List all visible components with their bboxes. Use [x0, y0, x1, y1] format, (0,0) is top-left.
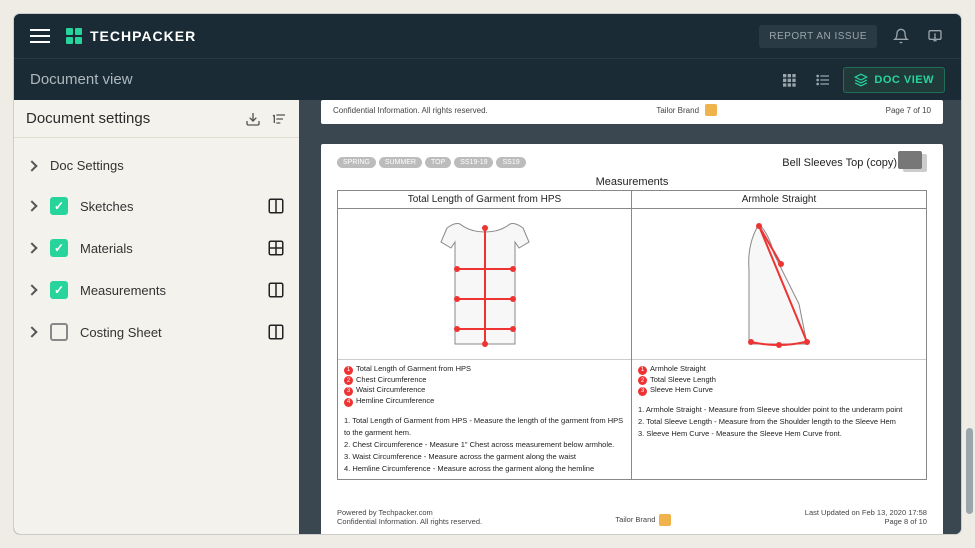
page-number: Page 8 of 10	[805, 517, 927, 526]
garment-diagram-sleeve	[632, 209, 926, 359]
sort-icon[interactable]	[271, 111, 287, 127]
brand-label: Tailor Brand	[615, 515, 655, 524]
page-number: Page 7 of 10	[886, 106, 931, 115]
previous-page-footer: Confidential Information. All rights res…	[321, 100, 943, 124]
sidebar-item-label: Measurements	[80, 283, 166, 298]
layout-icon[interactable]	[267, 197, 285, 215]
sidebar-item-label: Sketches	[80, 199, 133, 214]
document-page: SPRING SUMMER TOP SS19-19 SS19 Bell Slee…	[321, 144, 943, 534]
brand-name: TECHPACKER	[90, 28, 196, 44]
subbar: Document view DOC VIEW	[14, 58, 961, 100]
brand-swatch	[659, 514, 671, 526]
scrollbar[interactable]	[966, 130, 973, 524]
section-title: Measurements	[337, 176, 927, 188]
diagram-notes: 1. Armhole Straight - Measure from Sleev…	[632, 400, 926, 444]
brand-logo[interactable]: TECHPACKER	[66, 28, 196, 44]
sidebar-item-label: Materials	[80, 241, 133, 256]
sidebar-title: Document settings	[26, 110, 150, 127]
feedback-icon[interactable]	[925, 26, 945, 46]
brand-label: Tailor Brand	[656, 106, 699, 115]
checkbox-measurements[interactable]	[50, 281, 68, 299]
diagram-legend: 1Armhole Straight 2Total Sleeve Length 3…	[632, 359, 926, 400]
doc-view-button[interactable]: DOC VIEW	[843, 67, 945, 93]
tag: SUMMER	[379, 157, 422, 168]
chevron-right-icon	[26, 326, 37, 337]
chevron-right-icon	[26, 160, 37, 171]
checkbox-sketches[interactable]	[50, 197, 68, 215]
diagram-title: Total Length of Garment from HPS	[338, 191, 631, 209]
layout-icon[interactable]	[267, 281, 285, 299]
list-view-button[interactable]	[809, 67, 837, 93]
document-area[interactable]: Confidential Information. All rights res…	[299, 100, 961, 534]
logo-icon	[66, 28, 82, 44]
diagram-title: Armhole Straight	[632, 191, 926, 209]
chevron-right-icon	[26, 284, 37, 295]
topbar: TECHPACKER REPORT AN ISSUE	[14, 14, 961, 58]
chevron-right-icon	[26, 242, 37, 253]
sidebar-item-sketches[interactable]: Sketches	[14, 185, 299, 227]
tag: TOP	[425, 157, 451, 168]
checkbox-costing-sheet[interactable]	[50, 323, 68, 341]
scrollbar-thumb[interactable]	[966, 428, 973, 514]
garment-diagram-front	[338, 209, 631, 359]
diagram-legend: 1Total Length of Garment from HPS 2Chest…	[338, 359, 631, 411]
grid-view-button[interactable]	[775, 67, 803, 93]
sidebar-item-label: Costing Sheet	[80, 325, 162, 340]
brand-swatch	[705, 104, 717, 116]
page-title: Document view	[30, 71, 133, 88]
sidebar-item-materials[interactable]: Materials	[14, 227, 299, 269]
sidebar-item-measurements[interactable]: Measurements	[14, 269, 299, 311]
download-icon[interactable]	[245, 111, 261, 127]
diagram-notes: 1. Total Length of Garment from HPS - Me…	[338, 411, 631, 479]
garment-thumb-icon	[903, 154, 927, 172]
sidebar-item-label: Doc Settings	[50, 158, 124, 173]
confidential-text: Confidential Information. All rights res…	[337, 517, 482, 526]
chevron-right-icon	[26, 200, 37, 211]
menu-icon[interactable]	[30, 29, 50, 43]
tag: SS19	[496, 157, 525, 168]
page-tags: SPRING SUMMER TOP SS19-19 SS19	[337, 157, 526, 168]
tag: SPRING	[337, 157, 376, 168]
tag: SS19-19	[454, 157, 493, 168]
checkbox-materials[interactable]	[50, 239, 68, 257]
sidebar-item-doc-settings[interactable]: Doc Settings	[14, 146, 299, 185]
layout-grid-icon[interactable]	[267, 239, 285, 257]
sidebar: Document settings Doc Settings	[14, 100, 299, 534]
powered-by: Powered by Techpacker.com	[337, 508, 482, 517]
report-issue-button[interactable]: REPORT AN ISSUE	[759, 25, 877, 48]
document-name: Bell Sleeves Top (copy)	[782, 157, 897, 169]
doc-view-label: DOC VIEW	[874, 74, 934, 86]
bell-icon[interactable]	[891, 26, 911, 46]
last-updated: Last Updated on Feb 13, 2020 17:58	[805, 508, 927, 517]
sidebar-item-costing-sheet[interactable]: Costing Sheet	[14, 311, 299, 353]
layout-icon[interactable]	[267, 323, 285, 341]
page-footer: Powered by Techpacker.com Confidential I…	[337, 508, 927, 526]
confidential-text: Confidential Information. All rights res…	[333, 106, 488, 115]
